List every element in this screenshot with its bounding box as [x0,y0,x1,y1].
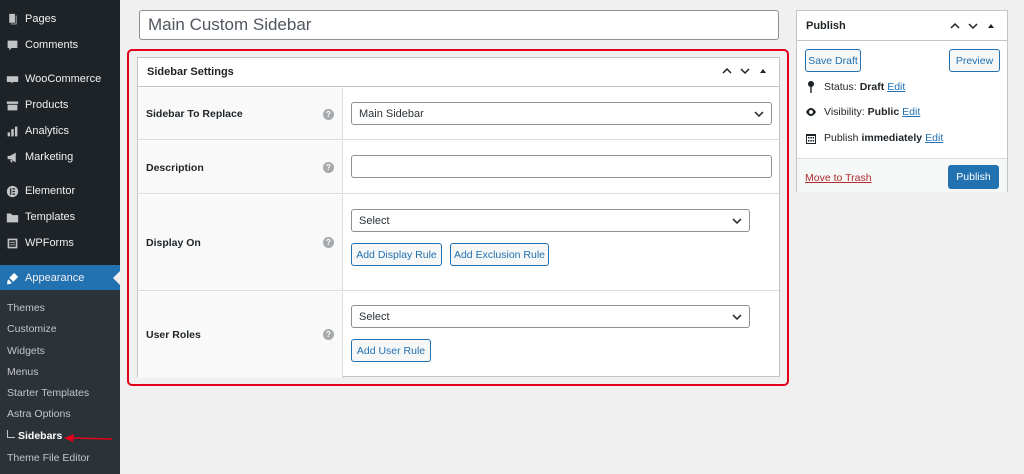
tree-indent-icon [7,430,15,438]
menu-item-appearance[interactable]: Appearance [0,265,120,291]
submenu-item-astra-options[interactable]: Astra Options [7,408,71,420]
submenu-item-theme-file-editor[interactable]: Theme File Editor [7,452,90,464]
submenu-item-widgets[interactable]: Widgets [7,345,45,357]
menu-item-analytics[interactable]: Analytics [0,118,120,144]
collapse-toggle-icon[interactable] [985,20,997,32]
eye-icon [806,108,816,116]
menu-item-woocommerce[interactable]: WooCommerce [0,66,120,92]
menu-item-label: Appearance [25,272,85,284]
edit-visibility-link[interactable]: Edit [902,106,920,118]
publish-title: Publish [806,19,846,32]
publish-header: Publish [797,11,1007,41]
status-line: Status: Draft Edit [805,81,905,93]
menu-item-products[interactable]: Products [0,92,120,118]
menu-item-label: Comments [25,39,79,51]
menu-item-label: Marketing [25,151,74,163]
wpforms-icon [5,236,19,250]
publish-button[interactable]: Publish [948,165,999,189]
publish-metabox: Publish Save Draft Preview Status: Draft… [796,10,1008,192]
pages-icon [5,12,19,26]
menu-item-label: Pages [25,13,57,25]
megaphone-icon [5,150,19,164]
menu-item-wpforms[interactable]: WPForms [0,230,120,256]
visibility-value: Public [867,106,900,118]
calendar-icon [806,134,816,144]
submenu-item-sidebars[interactable]: Sidebars [7,430,62,442]
submenu-item-menus[interactable]: Menus [7,366,39,378]
menu-item-label: WPForms [25,237,74,249]
menu-item-label: Products [25,99,69,111]
post-title-input[interactable]: Main Custom Sidebar [139,10,779,40]
pin-icon [807,81,814,93]
status-label: Status: [824,81,857,93]
comments-icon [5,38,19,52]
menu-item-label: WooCommerce [25,73,102,85]
menu-item-comments[interactable]: Comments [0,32,120,58]
analytics-icon [5,124,19,138]
highlight-annotation [127,49,789,386]
edit-status-link[interactable]: Edit [887,81,905,93]
publish-date-line: Publish immediately Edit [805,132,943,144]
admin-menu: Pages Comments WooCommerce Products Anal… [0,0,120,474]
menu-item-label: Analytics [25,125,70,137]
submenu-item-label: Sidebars [18,430,63,442]
visibility-label: Visibility: [824,106,865,118]
menu-item-pages[interactable]: Pages [0,6,120,32]
publish-date-value: immediately [861,132,923,144]
red-arrow-annotation [64,434,113,442]
menu-item-label: Elementor [25,185,76,197]
status-value: Draft [859,81,885,93]
visibility-line: Visibility: Public Edit [805,106,920,118]
preview-button[interactable]: Preview [949,49,1000,72]
submenu-item-starter-templates[interactable]: Starter Templates [7,387,89,399]
submenu-item-customize[interactable]: Customize [7,323,57,335]
publish-date-label: Publish [824,132,859,144]
elementor-icon [5,184,19,198]
menu-item-label: Templates [25,211,76,223]
chevron-down-icon[interactable] [967,20,979,32]
menu-item-elementor[interactable]: Elementor [0,178,120,204]
products-icon [5,98,19,112]
move-to-trash-link[interactable]: Move to Trash [805,172,872,184]
folder-icon [5,210,19,224]
menu-item-templates[interactable]: Templates [0,204,120,230]
appearance-submenu [0,290,120,474]
save-draft-button[interactable]: Save Draft [805,49,861,72]
publish-footer: Move to Trash Publish [797,158,1007,192]
woocommerce-icon [5,72,19,86]
submenu-item-themes[interactable]: Themes [7,302,45,314]
paintbrush-icon [5,271,19,285]
edit-publish-date-link[interactable]: Edit [925,132,943,144]
chevron-up-icon[interactable] [949,20,961,32]
menu-item-marketing[interactable]: Marketing [0,144,120,170]
